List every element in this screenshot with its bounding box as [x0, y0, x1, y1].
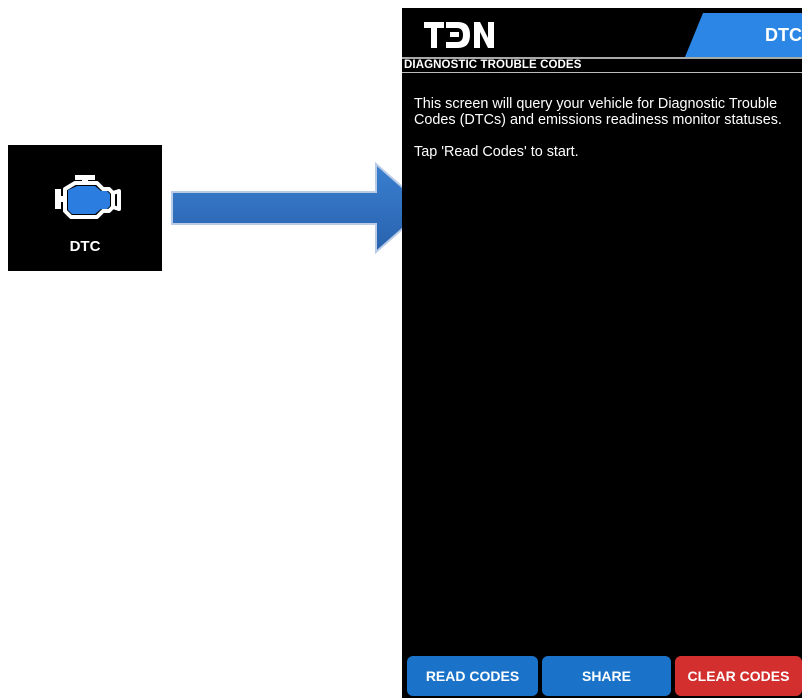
clear-codes-button[interactable]: CLEAR CODES [675, 656, 802, 696]
intro-paragraph: This screen will query your vehicle for … [414, 96, 782, 128]
content-area: This screen will query your vehicle for … [414, 96, 799, 176]
read-codes-button[interactable]: READ CODES [407, 656, 538, 696]
app-screen: DTC DIAGNOSTIC TROUBLE CODES This screen… [402, 8, 802, 698]
engine-icon [55, 175, 121, 219]
share-button[interactable]: SHARE [542, 656, 671, 696]
tab-dtc[interactable]: DTC [765, 25, 802, 46]
dtc-tile[interactable]: DTC [8, 145, 162, 271]
instruction-paragraph: Tap 'Read Codes' to start. [414, 144, 579, 160]
section-divider [402, 72, 802, 73]
arrow-right-icon [171, 162, 428, 255]
app-header: DTC [402, 8, 802, 58]
section-title: DIAGNOSTIC TROUBLE CODES [404, 59, 582, 71]
button-bar: READ CODES SHARE CLEAR CODES [402, 656, 802, 698]
tdn-logo [424, 22, 494, 48]
dtc-tile-label: DTC [69, 238, 101, 255]
